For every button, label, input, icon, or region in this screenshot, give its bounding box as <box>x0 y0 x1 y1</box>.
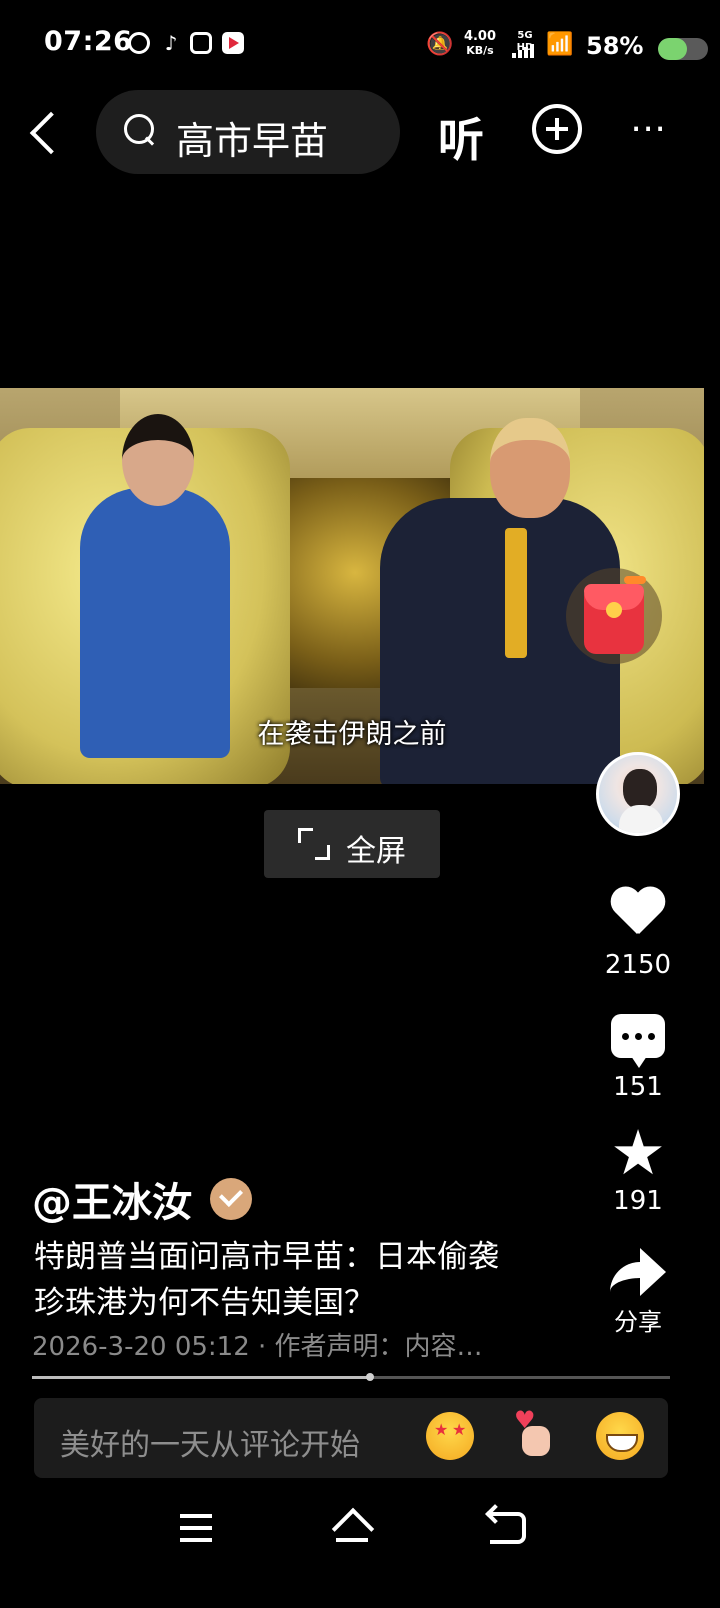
share-icon <box>610 1248 666 1296</box>
battery-icon <box>658 38 708 60</box>
system-nav-bar <box>0 1490 720 1608</box>
star-eyes-emoji[interactable] <box>426 1412 474 1460</box>
search-bar[interactable]: 高市早苗 <box>96 90 400 174</box>
more-button[interactable]: ⋯ <box>630 108 669 149</box>
video-person-left-head <box>122 414 194 506</box>
battery-percent: 58% <box>586 32 644 60</box>
back-nav-icon[interactable] <box>490 1512 526 1544</box>
video-tie <box>505 528 527 658</box>
battery-fill <box>658 38 687 60</box>
comment-button[interactable]: 151 <box>596 1014 680 1102</box>
verified-badge-icon <box>210 1178 252 1220</box>
search-query[interactable]: 高市早苗 <box>176 110 328 165</box>
progress-handle[interactable] <box>366 1373 375 1381</box>
comment-count: 151 <box>613 1072 663 1102</box>
heart-icon <box>610 888 666 940</box>
app-icon-4 <box>222 32 244 54</box>
status-time: 07:26 <box>44 26 133 57</box>
red-packet-icon <box>584 576 646 654</box>
comment-icon <box>611 1014 665 1068</box>
author-avatar[interactable] <box>596 752 680 836</box>
like-button[interactable]: 2150 <box>596 888 680 980</box>
status-bar: 07:26 ♪ 🔕 4.00 KB/s 5G HD 📶 58% <box>0 0 720 90</box>
like-count: 2150 <box>604 950 672 980</box>
comment-placeholder: 美好的一天从评论开始 <box>60 1428 360 1463</box>
finger-heart-emoji[interactable] <box>512 1406 560 1460</box>
share-button[interactable]: 分享 <box>596 1248 680 1337</box>
post-meta[interactable]: 2026-3-20 05:12 · 作者声明：内容… <box>32 1326 483 1363</box>
net-speed-value: 4.00 <box>463 29 497 44</box>
video-subtitle: 在袭击伊朗之前 <box>257 719 447 750</box>
menu-icon[interactable] <box>180 1514 212 1542</box>
net-speed-unit: KB/s <box>466 44 494 57</box>
red-packet-button[interactable] <box>566 568 662 664</box>
tiktok-icon: ♪ <box>164 31 178 55</box>
author-name[interactable]: @王冰汝 <box>32 1170 192 1228</box>
favorite-button[interactable]: ★ 191 <box>596 1116 680 1217</box>
app-icon-3 <box>190 32 212 54</box>
video-person-right-head <box>490 418 570 518</box>
mute-bell-icon: 🔕 <box>426 32 454 57</box>
search-icon <box>124 114 156 146</box>
comment-input[interactable]: 美好的一天从评论开始 <box>34 1398 668 1478</box>
home-icon[interactable] <box>332 1512 372 1546</box>
progress-fill <box>32 1376 371 1379</box>
red-packet-timer <box>624 576 646 584</box>
grin-emoji[interactable] <box>596 1412 644 1460</box>
signal-icon <box>512 44 538 58</box>
listen-button[interactable]: 听 <box>438 104 484 170</box>
net-speed: 4.00 KB/s <box>460 30 500 58</box>
back-button[interactable] <box>26 110 66 156</box>
post-title[interactable]: 特朗普当面问高市早苗：日本偷袭珍珠港为何不告知美国？ <box>34 1234 524 1326</box>
wifi-icon: 📶 <box>546 32 574 57</box>
video-progress-bar[interactable] <box>32 1373 670 1381</box>
add-icon[interactable] <box>532 104 582 154</box>
fullscreen-label: 全屏 <box>346 834 406 869</box>
fullscreen-button[interactable]: 全屏 <box>264 810 440 878</box>
favorite-count: 191 <box>613 1186 663 1216</box>
app-icon-1 <box>128 32 150 54</box>
star-icon: ★ <box>610 1116 666 1189</box>
expand-icon <box>298 828 330 860</box>
